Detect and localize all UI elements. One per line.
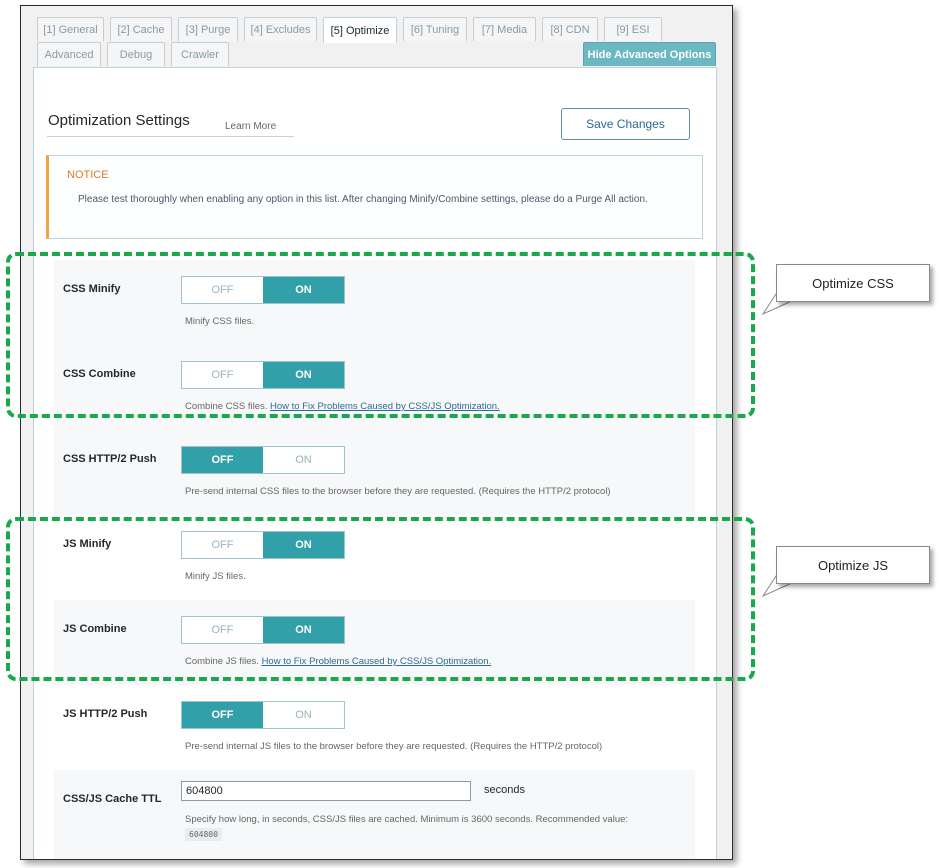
setting-label: CSS HTTP/2 Push	[63, 453, 157, 465]
notice-box: NOTICE Please test thoroughly when enabl…	[46, 155, 703, 239]
toggle-on[interactable]: ON	[263, 447, 344, 473]
setting-row-cache-ttl: CSS/JS Cache TTL 604800 seconds Specify …	[54, 770, 695, 859]
tab-cdn[interactable]: [8] CDN	[542, 17, 598, 41]
tab-cache[interactable]: [2] Cache	[110, 17, 172, 41]
css-highlight-box	[6, 252, 755, 418]
css-http2-push-toggle[interactable]: OFF ON	[181, 446, 345, 474]
setting-label: JS HTTP/2 Push	[63, 708, 148, 720]
setting-label: CSS/JS Cache TTL	[63, 793, 162, 805]
toggle-off[interactable]: OFF	[182, 447, 263, 473]
tab-purge[interactable]: [3] Purge	[178, 17, 238, 41]
recommended-value: 604800	[185, 828, 222, 841]
setting-description: Pre-send internal CSS files to the brows…	[185, 486, 611, 497]
notice-text: Please test thoroughly when enabling any…	[78, 194, 648, 205]
hide-advanced-button[interactable]: Hide Advanced Options	[583, 42, 716, 66]
tab-debug[interactable]: Debug	[107, 42, 165, 66]
page-title: Optimization Settings	[48, 112, 190, 129]
tab-excludes[interactable]: [4] Excludes	[244, 17, 317, 41]
tab-media[interactable]: [7] Media	[473, 17, 536, 41]
ttl-unit-label: seconds	[484, 784, 525, 796]
tab-general[interactable]: [1] General	[37, 17, 104, 41]
tab-esi[interactable]: [9] ESI	[604, 17, 662, 41]
setting-row-css-http2-push: CSS HTTP/2 Push OFF ON Pre-send internal…	[54, 430, 695, 516]
tab-optimize[interactable]: [5] Optimize	[323, 17, 397, 43]
js-highlight-box	[6, 517, 755, 681]
setting-row-js-http2-push: JS HTTP/2 Push OFF ON Pre-send internal …	[54, 685, 695, 771]
js-http2-push-toggle[interactable]: OFF ON	[181, 701, 345, 729]
setting-description: Pre-send internal JS files to the browse…	[185, 741, 603, 752]
save-changes-button[interactable]: Save Changes	[561, 108, 690, 140]
cache-ttl-input[interactable]: 604800	[181, 781, 471, 801]
callout-optimize-css: Optimize CSS	[776, 264, 930, 302]
setting-description: Specify how long, in seconds, CSS/JS fil…	[185, 814, 629, 825]
tab-advanced[interactable]: Advanced	[37, 42, 101, 66]
settings-window: [1] General [2] Cache [3] Purge [4] Excl…	[20, 5, 733, 860]
tab-crawler[interactable]: Crawler	[171, 42, 229, 66]
tab-tuning[interactable]: [6] Tuning	[403, 17, 467, 41]
notice-title: NOTICE	[67, 169, 109, 181]
toggle-on[interactable]: ON	[263, 702, 344, 728]
toggle-off[interactable]: OFF	[182, 702, 263, 728]
learn-more-link[interactable]: Learn More	[225, 121, 276, 132]
callout-optimize-js: Optimize JS	[776, 546, 930, 584]
title-divider	[47, 136, 294, 137]
